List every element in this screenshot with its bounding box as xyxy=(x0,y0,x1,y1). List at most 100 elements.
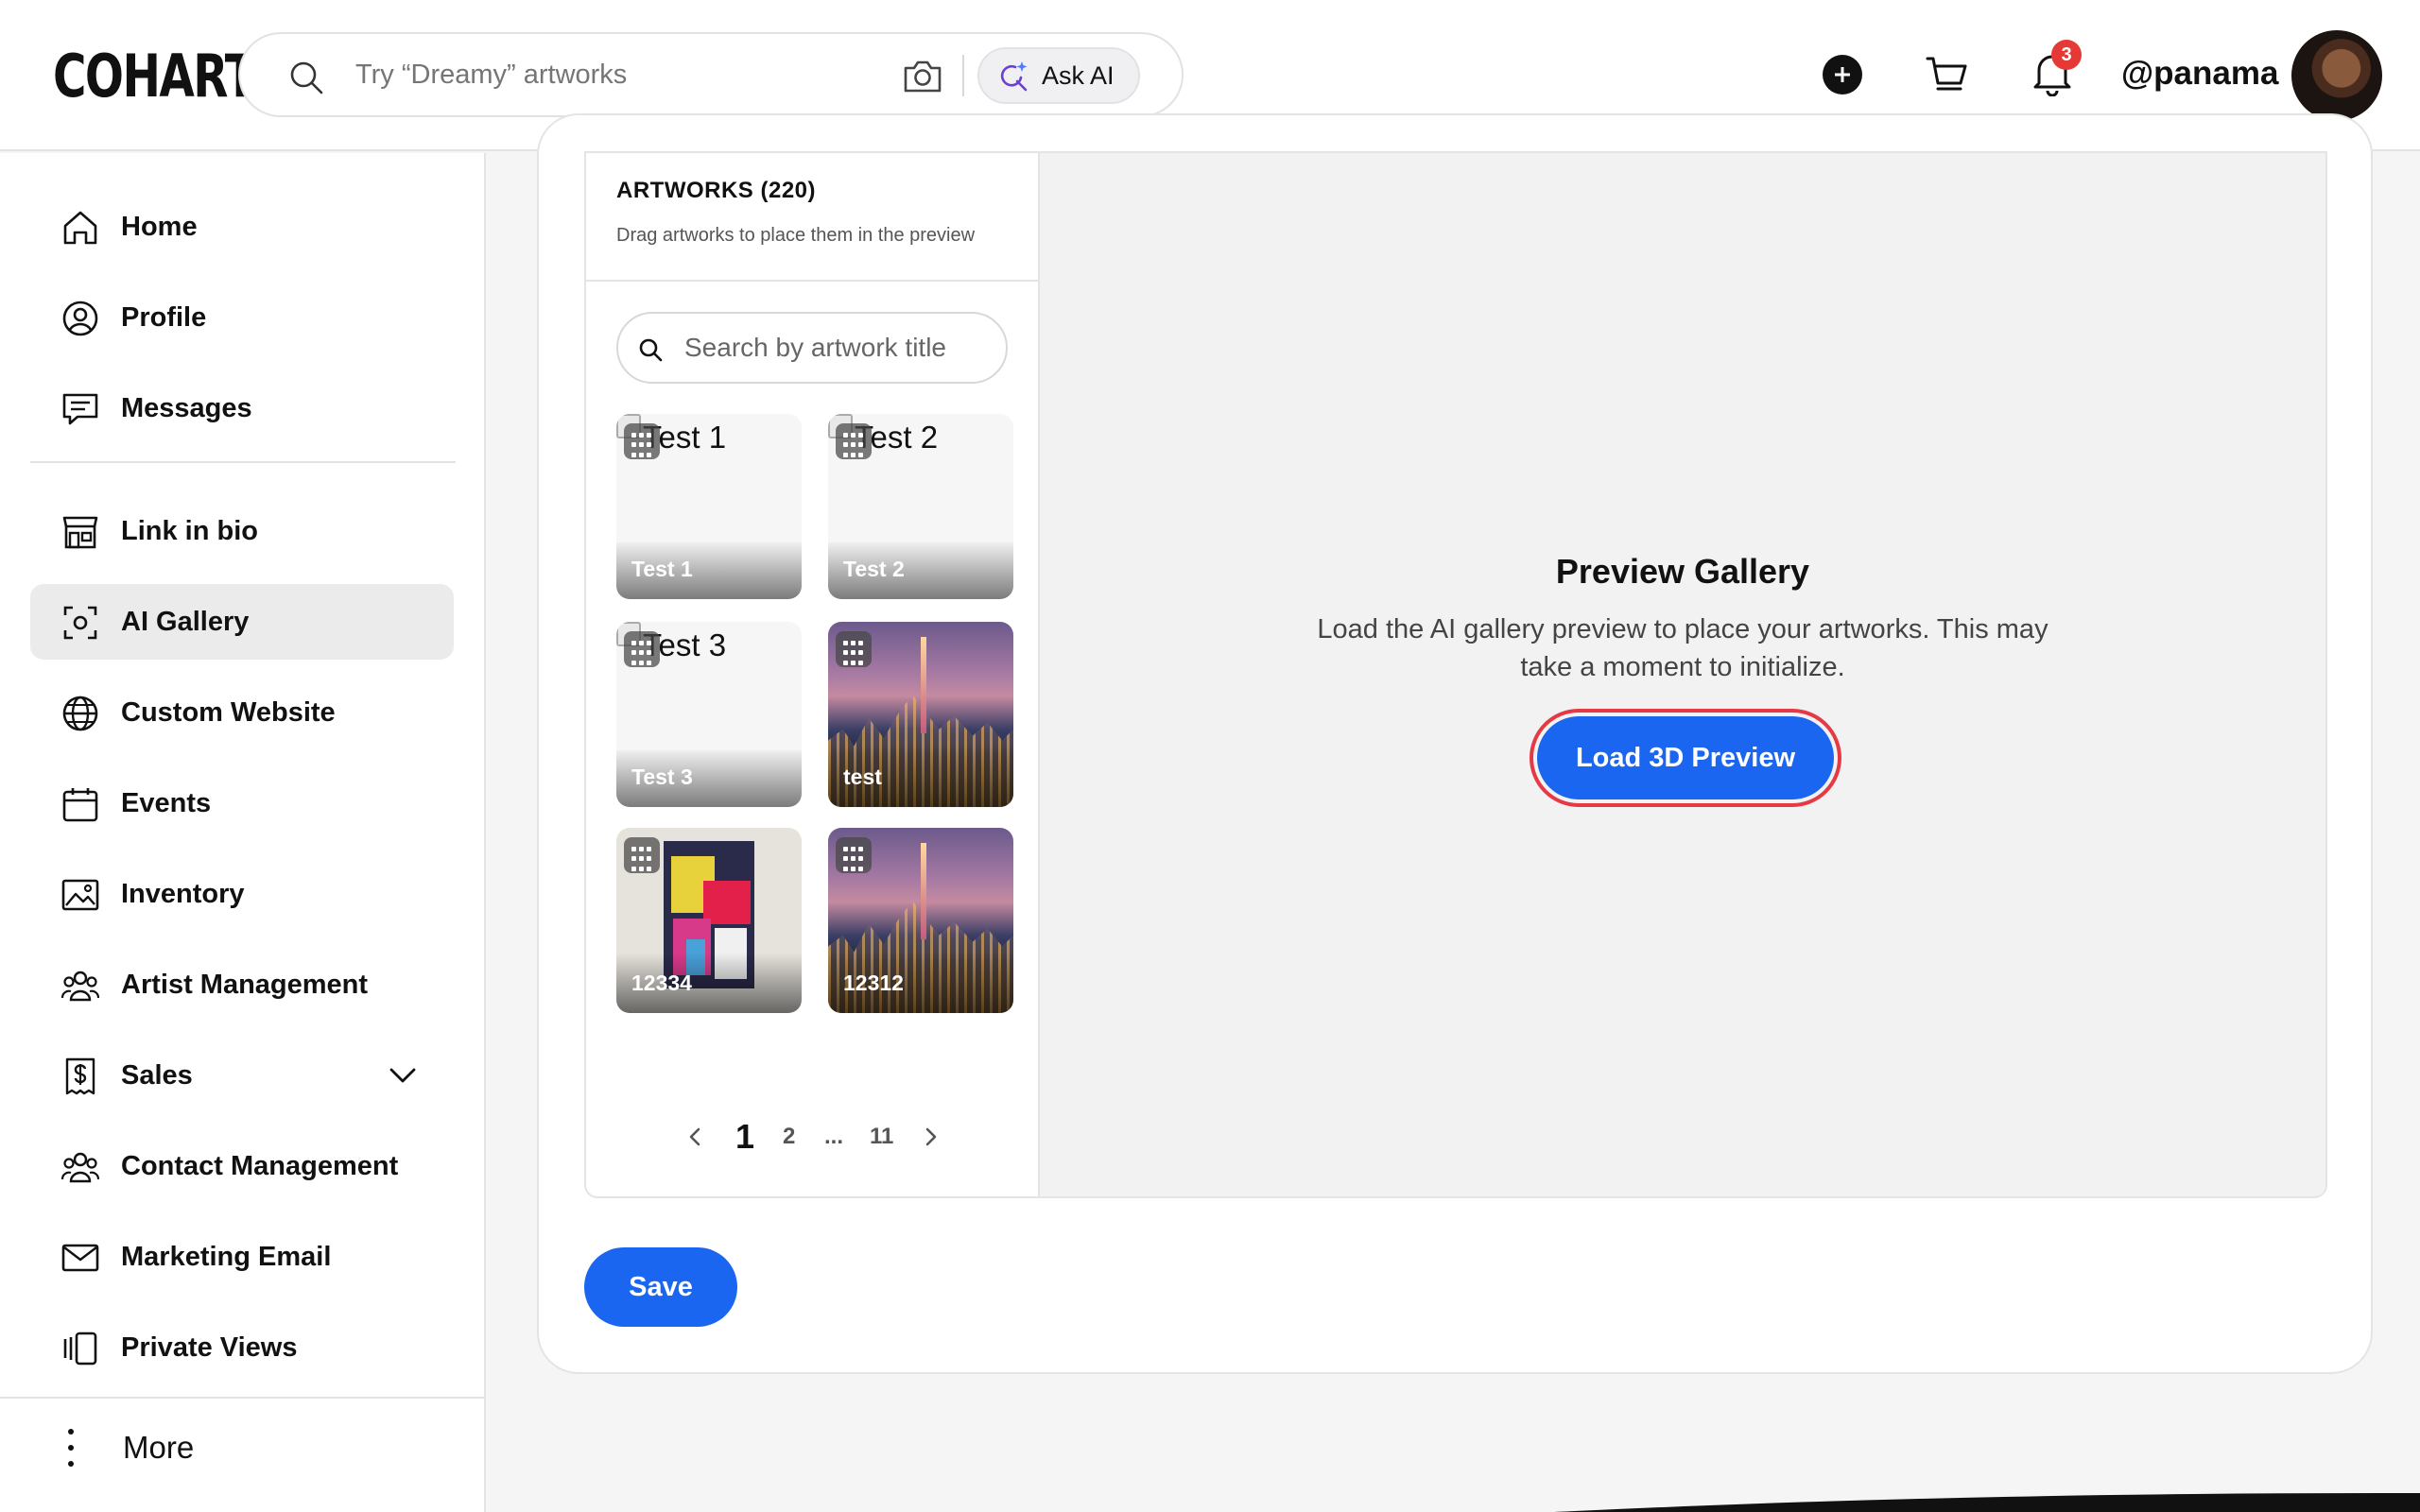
users-icon xyxy=(60,1152,100,1183)
page-ellipsis: ... xyxy=(824,1124,844,1149)
globe-icon xyxy=(62,696,98,731)
ask-ai-label: Ask AI xyxy=(1042,60,1115,90)
sidebar-more-button[interactable]: More xyxy=(66,1419,194,1476)
artwork-tile[interactable]: Test 2 Test 2 xyxy=(828,414,1013,599)
artwork-tile[interactable]: 12334 xyxy=(616,828,802,1013)
more-label: More xyxy=(123,1430,195,1465)
sidebar-item-home[interactable]: Home xyxy=(30,189,454,265)
user-avatar[interactable] xyxy=(2291,30,2382,121)
artwork-search-field[interactable] xyxy=(616,312,1008,384)
artwork-grid: Test 1 Test 1 Test 2 Test 2 Test 3 Test … xyxy=(616,414,1013,1022)
chevron-left-icon[interactable] xyxy=(684,1125,707,1148)
user-circle-icon xyxy=(62,301,98,336)
sidebar-item-label: Inventory xyxy=(121,878,245,909)
create-plus-button[interactable] xyxy=(1823,55,1862,94)
global-search-bar[interactable]: Ask AI xyxy=(238,32,1184,117)
drag-handle-icon[interactable] xyxy=(624,631,660,667)
storefront-icon xyxy=(62,516,98,549)
image-icon xyxy=(61,879,99,911)
sidebar-item-label: Home xyxy=(121,211,198,242)
artworks-subtitle: Drag artworks to place them in the previ… xyxy=(616,225,976,246)
users-icon xyxy=(60,971,100,1002)
drag-handle-icon[interactable] xyxy=(836,423,872,459)
views-icon xyxy=(63,1332,97,1366)
sidebar-item-profile[interactable]: Profile xyxy=(30,280,454,355)
search-input[interactable] xyxy=(355,34,885,115)
ai-sparkle-search-icon xyxy=(1000,61,1028,92)
cohart-logo[interactable]: COHART xyxy=(53,42,256,111)
artwork-caption: Test 3 xyxy=(631,765,693,789)
sidebar-item-sales[interactable]: Sales xyxy=(30,1038,454,1113)
sidebar-item-inventory[interactable]: Inventory xyxy=(30,856,454,932)
username-label[interactable]: @panama xyxy=(2121,55,2278,93)
camera-icon[interactable] xyxy=(902,57,943,94)
pagination: 1 2 ... 11 xyxy=(586,1113,1038,1160)
artworks-title: ARTWORKS (220) xyxy=(616,178,817,203)
sidebar-item-label: Contact Management xyxy=(121,1150,399,1181)
artwork-caption: Test 1 xyxy=(631,557,693,581)
cart-icon[interactable] xyxy=(1925,53,1970,98)
preview-gallery-pane[interactable]: Preview Gallery Load the AI gallery prev… xyxy=(1040,153,2325,1196)
search-icon xyxy=(290,61,323,94)
drag-handle-icon[interactable] xyxy=(624,423,660,459)
sidebar-item-ai-gallery[interactable]: AI Gallery xyxy=(30,584,454,660)
sidebar-item-marketing-email[interactable]: Marketing Email xyxy=(30,1219,454,1295)
sidebar-item-events[interactable]: Events xyxy=(30,765,454,841)
artwork-tile[interactable]: Test 3 Test 3 xyxy=(616,622,802,807)
more-vertical-icon xyxy=(66,1429,76,1467)
gallery-editor-panel: ARTWORKS (220) Drag artworks to place th… xyxy=(584,151,2327,1198)
sidebar-item-label: Profile xyxy=(121,301,207,333)
artwork-tile[interactable]: 12312 xyxy=(828,828,1013,1013)
artwork-search-input[interactable] xyxy=(684,314,996,382)
sidebar-item-label: Custom Website xyxy=(121,696,336,728)
drag-handle-icon[interactable] xyxy=(624,837,660,873)
preview-gallery-title: Preview Gallery xyxy=(1555,552,1810,591)
mail-icon xyxy=(61,1244,99,1272)
sidebar-divider xyxy=(30,461,456,463)
artwork-tile[interactable]: Test 1 Test 1 xyxy=(616,414,802,599)
sidebar-divider xyxy=(0,1397,486,1399)
sidebar-item-label: Private Views xyxy=(121,1332,298,1363)
artwork-caption: Test 2 xyxy=(843,557,905,581)
sidebar-item-label: AI Gallery xyxy=(121,606,250,637)
search-divider xyxy=(962,55,964,96)
ask-ai-button[interactable]: Ask AI xyxy=(977,47,1140,104)
sidebar-item-label: Link in bio xyxy=(121,515,258,546)
sidebar-item-contact-management[interactable]: Contact Management xyxy=(30,1128,454,1204)
artworks-pane: ARTWORKS (220) Drag artworks to place th… xyxy=(586,153,1040,1196)
save-button[interactable]: Save xyxy=(584,1247,737,1327)
page-1[interactable]: 1 xyxy=(735,1113,754,1160)
sidebar-item-label: Events xyxy=(121,787,212,818)
sidebar-item-label: Marketing Email xyxy=(121,1241,332,1272)
drag-handle-icon[interactable] xyxy=(836,631,872,667)
artwork-caption: 12312 xyxy=(843,971,904,995)
sidebar-item-messages[interactable]: Messages xyxy=(30,370,454,446)
sidebar-item-label: Sales xyxy=(121,1059,193,1091)
sidebar-item-link-in-bio[interactable]: Link in bio xyxy=(30,493,454,569)
page-2[interactable]: 2 xyxy=(783,1113,795,1160)
chevron-right-icon[interactable] xyxy=(919,1125,942,1148)
chevron-down-icon[interactable] xyxy=(388,1060,418,1091)
bottom-decor xyxy=(488,1493,2420,1512)
sidebar-item-label: Artist Management xyxy=(121,969,369,1000)
artwork-caption: 12334 xyxy=(631,971,692,995)
page-11[interactable]: 11 xyxy=(870,1113,893,1160)
load-3d-preview-button[interactable]: Load 3D Preview xyxy=(1537,716,1834,799)
artwork-caption: test xyxy=(843,765,882,789)
sidebar-item-custom-website[interactable]: Custom Website xyxy=(30,675,454,750)
sidebar-item-private-views[interactable]: Private Views xyxy=(30,1310,454,1385)
chat-icon xyxy=(62,393,98,425)
drag-handle-icon[interactable] xyxy=(836,837,872,873)
receipt-dollar-icon xyxy=(65,1057,95,1095)
artworks-divider xyxy=(586,280,1038,282)
home-icon xyxy=(63,211,97,245)
calendar-icon xyxy=(62,788,98,822)
scan-icon xyxy=(63,606,97,640)
notification-count-badge: 3 xyxy=(2051,40,2082,70)
preview-gallery-description: Load the AI gallery preview to place you… xyxy=(1317,614,2048,682)
sidebar-nav: Home Profile Messages Link in bio AI Gal… xyxy=(0,153,486,1512)
sidebar-item-artist-management[interactable]: Artist Management xyxy=(30,947,454,1022)
artwork-tile[interactable]: test xyxy=(828,622,1013,807)
search-icon xyxy=(639,338,663,362)
sidebar-item-label: Messages xyxy=(121,392,252,423)
